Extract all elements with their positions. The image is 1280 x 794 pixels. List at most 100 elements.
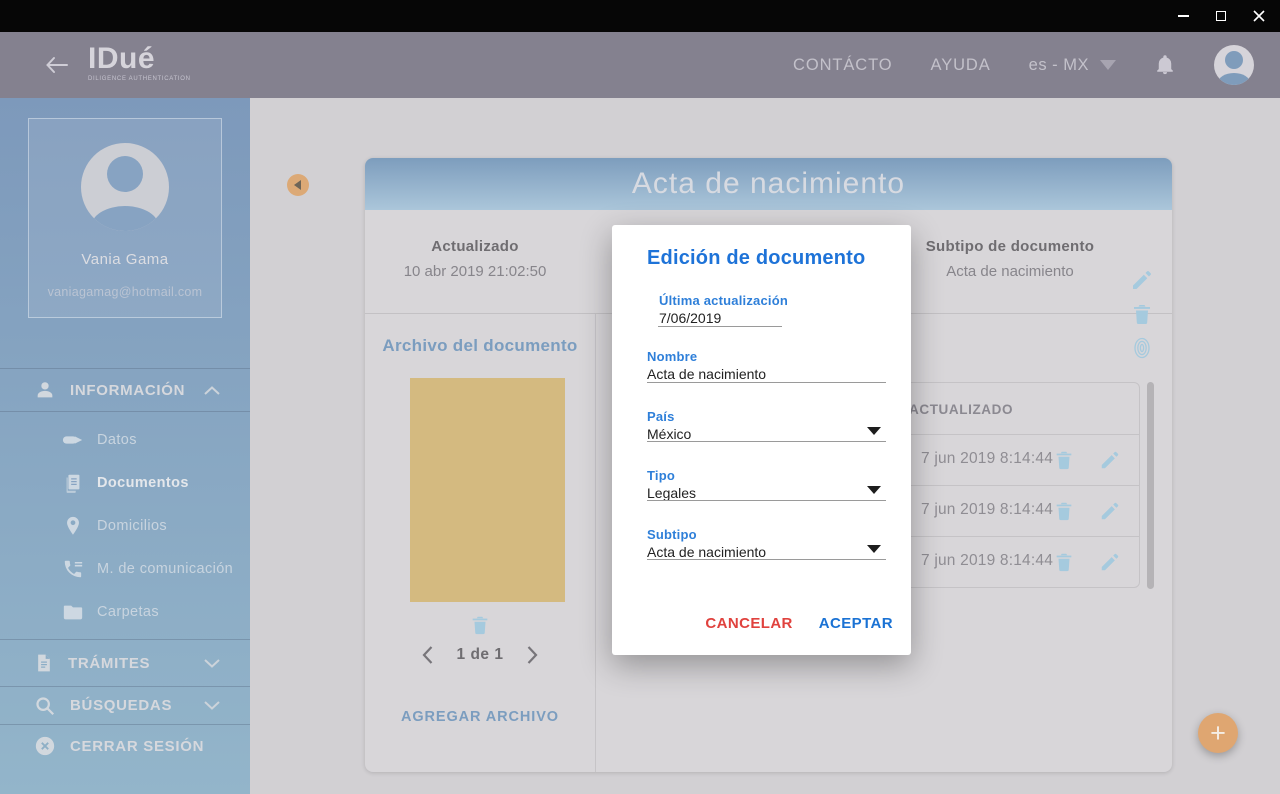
subtype-select[interactable]: Acta de nacimiento (647, 544, 766, 560)
sidebar-section-busquedas[interactable]: BÚSQUEDAS (0, 687, 250, 725)
sidebar: Vania Gama vaniagamag@hotmail.com INFORM… (0, 98, 250, 794)
bell-icon (1154, 54, 1176, 76)
delete-document-button[interactable] (1130, 302, 1154, 326)
row-delete-button[interactable] (1053, 551, 1075, 573)
nav-link-contact[interactable]: CONTÁCTO (793, 56, 892, 75)
section-label: INFORMACIÓN (70, 382, 185, 399)
next-page-button[interactable] (527, 646, 538, 664)
sidebar-item-datos[interactable]: Datos (0, 418, 250, 461)
trash-icon (1053, 551, 1075, 573)
country-label: País (647, 409, 675, 424)
type-label: Tipo (647, 468, 675, 483)
add-document-fab[interactable]: + (1198, 713, 1238, 753)
section-label: BÚSQUEDAS (70, 697, 172, 714)
name-field[interactable]: Acta de nacimiento (647, 366, 766, 382)
field-underline (647, 500, 886, 501)
chevron-down-icon[interactable] (867, 545, 881, 553)
minimize-icon (1178, 15, 1189, 17)
type-select[interactable]: Legales (647, 485, 696, 501)
sidebar-logout[interactable]: CERRAR SESIÓN (0, 725, 250, 767)
field-underline (658, 326, 782, 327)
avatar-shoulders (1218, 73, 1250, 85)
triangle-left-icon (294, 180, 301, 190)
chevron-down-icon[interactable] (867, 486, 881, 494)
row-edit-button[interactable] (1099, 551, 1121, 573)
section-label: TRÁMITES (68, 655, 150, 672)
country-select[interactable]: México (647, 426, 691, 442)
add-file-button[interactable]: AGREGAR ARCHIVO (365, 709, 595, 725)
sidebar-nav: INFORMACIÓN Datos Documentos (0, 368, 250, 767)
minimize-button[interactable] (1174, 7, 1192, 25)
close-icon (1253, 10, 1265, 22)
updated-label: Actualizado (390, 238, 560, 255)
last-update-field[interactable]: 7/06/2019 (659, 310, 721, 326)
sidebar-item-comunicacion[interactable]: M. de comunicación (0, 547, 250, 590)
accept-button[interactable]: ACEPTAR (819, 615, 893, 632)
subtype-value: Acta de nacimiento (905, 263, 1115, 280)
file-pager: 1 de 1 (365, 646, 595, 664)
name-label: Nombre (647, 349, 697, 364)
language-label: es - MX (1029, 56, 1089, 75)
sidebar-item-label: Carpetas (97, 604, 159, 620)
fingerprint-button[interactable] (1130, 336, 1154, 360)
sidebar-item-domicilios[interactable]: Domicilios (0, 504, 250, 547)
table-scrollbar[interactable] (1147, 382, 1154, 589)
sidebar-item-label: M. de comunicación (97, 561, 233, 577)
close-circle-icon (34, 735, 56, 757)
edit-document-modal: Edición de documento Última actualizació… (612, 225, 911, 655)
app-logo: IDué DILIGENCE AUTHENTICATION (88, 44, 191, 82)
logout-label: CERRAR SESIÓN (70, 738, 204, 755)
user-avatar[interactable] (1214, 45, 1254, 85)
cancel-button[interactable]: CANCELAR (705, 615, 792, 632)
notifications-button[interactable] (1154, 54, 1176, 76)
back-arrow-icon (44, 55, 70, 75)
chevron-up-icon (204, 386, 220, 395)
updated-block: Actualizado 10 abr 2019 21:02:50 (390, 238, 560, 280)
delete-file-button[interactable] (469, 614, 491, 636)
row-edit-button[interactable] (1099, 449, 1121, 471)
row-delete-button[interactable] (1053, 500, 1075, 522)
avatar-shoulders (91, 206, 159, 231)
sidebar-item-label: Domicilios (97, 518, 167, 534)
collapse-sidebar-button[interactable] (287, 174, 309, 196)
location-pin-icon (62, 515, 84, 537)
logo-subtitle: DILIGENCE AUTHENTICATION (88, 76, 191, 82)
field-underline (647, 559, 886, 560)
row-updated-value: 7 jun 2019 8:14:44 (921, 450, 1053, 468)
field-underline (647, 441, 886, 442)
edit-document-button[interactable] (1130, 268, 1154, 292)
chevron-right-icon (527, 646, 538, 664)
sidebar-item-documentos[interactable]: Documentos (0, 461, 250, 504)
documents-icon (62, 472, 84, 494)
chevron-down-icon[interactable] (867, 427, 881, 435)
pencil-icon (1099, 500, 1121, 522)
app-window: IDué DILIGENCE AUTHENTICATION CONTÁCTO A… (0, 0, 1280, 794)
sidebar-section-tramites[interactable]: TRÁMITES (0, 639, 250, 687)
trash-icon (1130, 302, 1154, 326)
top-navbar: IDué DILIGENCE AUTHENTICATION CONTÁCTO A… (0, 32, 1280, 98)
row-edit-button[interactable] (1099, 500, 1121, 522)
nav-link-help[interactable]: AYUDA (931, 56, 991, 75)
chevron-down-icon (204, 659, 220, 668)
document-title: Acta de nacimiento (632, 167, 905, 201)
back-button[interactable] (44, 55, 70, 80)
id-card-icon (62, 429, 84, 451)
avatar-head (107, 156, 143, 192)
language-selector[interactable]: es - MX (1029, 56, 1116, 75)
phone-icon (62, 558, 84, 580)
document-header: Acta de nacimiento (365, 158, 1172, 210)
sidebar-item-label: Datos (97, 432, 137, 448)
maximize-button[interactable] (1212, 7, 1230, 25)
pencil-icon (1130, 268, 1154, 292)
sidebar-section-informacion[interactable]: INFORMACIÓN (0, 368, 250, 412)
profile-email: vaniagamag@hotmail.com (29, 285, 221, 299)
previous-page-button[interactable] (422, 646, 433, 664)
document-preview[interactable] (410, 378, 565, 602)
row-delete-button[interactable] (1053, 449, 1075, 471)
maximize-icon (1216, 11, 1226, 21)
pager-label: 1 de 1 (457, 646, 504, 664)
chevron-down-icon (1100, 60, 1116, 70)
sidebar-item-carpetas[interactable]: Carpetas (0, 590, 250, 633)
subtype-block: Subtipo de documento Acta de nacimiento (905, 238, 1115, 280)
close-button[interactable] (1250, 7, 1268, 25)
